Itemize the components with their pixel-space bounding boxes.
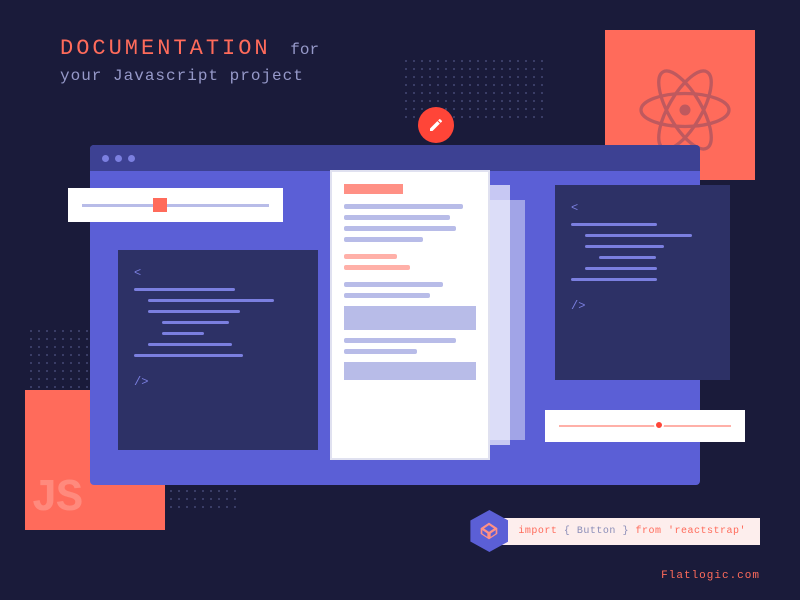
title-for: for (290, 41, 319, 59)
window-titlebar (90, 145, 700, 171)
code-panel-left: < /> (118, 250, 318, 450)
import-snippet: import { Button } from 'reactstrap' (470, 510, 760, 552)
code-panel-right: < /> (555, 185, 730, 380)
code-line: import { Button } from 'reactstrap' (496, 518, 760, 545)
edit-badge[interactable] (418, 107, 454, 143)
codepen-icon (479, 521, 499, 541)
import-keyword: import (518, 526, 557, 537)
traffic-light-icon (115, 155, 122, 162)
code-close-icon: /> (134, 375, 302, 389)
brace: } (616, 526, 636, 537)
chevron-left-icon: < (571, 201, 714, 215)
js-label: JS (31, 473, 81, 524)
document-front (330, 170, 490, 460)
slider-thumb[interactable] (654, 420, 664, 430)
slider-bottom[interactable] (545, 410, 745, 442)
code-close-icon: /> (571, 299, 714, 313)
traffic-light-icon (128, 155, 135, 162)
from-keyword: from (635, 526, 661, 537)
page-title: DOCUMENTATION for your Javascript projec… (60, 36, 319, 85)
title-sub: your Javascript project (60, 67, 319, 85)
pencil-icon (428, 117, 444, 133)
traffic-light-icon (102, 155, 109, 162)
chevron-left-icon: < (134, 266, 302, 280)
title-main: DOCUMENTATION (60, 36, 271, 61)
package-name: 'reactstrap' (668, 526, 746, 537)
slider-top[interactable] (68, 188, 283, 222)
brand-label: Flatlogic.com (661, 570, 760, 582)
component-name: Button (577, 526, 616, 537)
slider-thumb[interactable] (153, 198, 167, 212)
codepen-badge[interactable] (470, 510, 508, 552)
brace: { (557, 526, 577, 537)
